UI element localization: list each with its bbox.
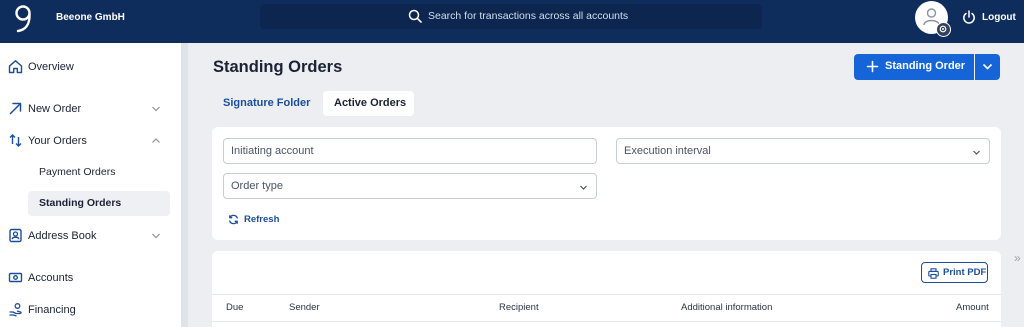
sidebar-item-label: Financing [28,304,76,316]
sidebar-item-payment-orders[interactable]: Payment Orders [28,160,170,185]
banknote-icon [8,272,23,283]
sidebar-item-standing-orders[interactable]: Standing Orders [28,191,170,216]
search-placeholder: Search for transactions across all accou… [428,10,629,22]
home-icon [8,60,23,74]
standing-order-dropdown-button[interactable] [975,54,1000,80]
top-bar: Beeone GmbH Search for transactions acro… [0,0,1024,43]
sort-arrows-icon [9,134,22,147]
refresh-button[interactable]: Refresh [228,212,279,226]
chevron-up-icon[interactable] [151,136,161,146]
new-standing-order-button[interactable]: Standing Order [854,54,974,80]
sidebar-item-financing[interactable]: Financing [0,297,181,323]
column-header-recipient[interactable]: Recipient [499,302,539,313]
chevron-down-icon[interactable] [151,231,161,241]
divider [212,321,1001,322]
chevron-down-icon[interactable] [151,104,161,114]
column-header-due[interactable]: Due [226,302,243,313]
power-icon [963,10,975,24]
sidebar: Overview New Order Your Orders Payment O… [0,43,181,327]
sidebar-item-label: New Order [28,103,82,115]
sidebar-item-label: Your Orders [28,135,87,147]
sidebar-resize-handle[interactable] [181,43,188,327]
logout-button[interactable]: Logout [962,9,1016,25]
search-icon [408,9,422,23]
column-header-amount[interactable]: Amount [956,302,989,313]
tab-label: Signature Folder [223,97,311,109]
sidebar-item-accounts[interactable]: Accounts [0,265,181,291]
arrow-up-right-icon [9,102,22,115]
column-header-sender[interactable]: Sender [289,302,320,313]
logout-label: Logout [982,11,1016,23]
contact-book-icon [9,228,22,243]
execution-interval-placeholder: Execution interval [624,145,711,157]
tab-active-orders[interactable]: Active Orders [323,91,414,116]
sidebar-item-new-order[interactable]: New Order [0,96,181,122]
sidebar-item-your-orders[interactable]: Your Orders [0,128,181,154]
settings-badge-icon[interactable] [936,22,951,37]
chevron-down-icon [973,150,980,155]
sidebar-item-overview[interactable]: Overview [0,54,181,80]
sidebar-item-label: Address Book [28,230,97,242]
sidebar-item-label: Overview [28,61,74,73]
column-header-additional-information[interactable]: Additional information [681,302,772,313]
execution-interval-select[interactable]: Execution interval [616,138,990,164]
order-type-select[interactable]: Order type [223,173,597,199]
divider [212,294,1001,295]
sidebar-item-address-book[interactable]: Address Book [0,223,181,249]
sidebar-item-label: Accounts [28,272,74,284]
new-standing-order-label: Standing Order [885,60,966,72]
sidebar-item-label: Payment Orders [39,166,116,178]
orders-table [212,251,1001,327]
refresh-label: Refresh [244,213,280,225]
refresh-icon [229,214,238,224]
expand-panel-icon[interactable]: » [1014,251,1021,265]
global-search[interactable]: Search for transactions across all accou… [260,4,762,29]
tab-signature-folder[interactable]: Signature Folder [212,91,317,116]
print-pdf-label: Print PDF [943,267,987,278]
company-name: Beeone GmbH [56,12,125,23]
brand-logo[interactable] [13,3,35,33]
hand-coins-icon [9,303,22,317]
chevron-down-icon [982,63,993,70]
chevron-down-icon [580,185,587,190]
initiating-account-placeholder: Initiating account [231,145,314,157]
plus-icon [866,60,879,73]
order-type-placeholder: Order type [231,180,283,192]
page-title: Standing Orders [213,58,343,76]
print-pdf-button[interactable]: Print PDF [921,262,988,283]
printer-icon [928,268,939,279]
tab-label: Active Orders [334,97,407,109]
sidebar-item-label: Standing Orders [39,197,122,209]
initiating-account-field[interactable]: Initiating account [223,138,597,164]
